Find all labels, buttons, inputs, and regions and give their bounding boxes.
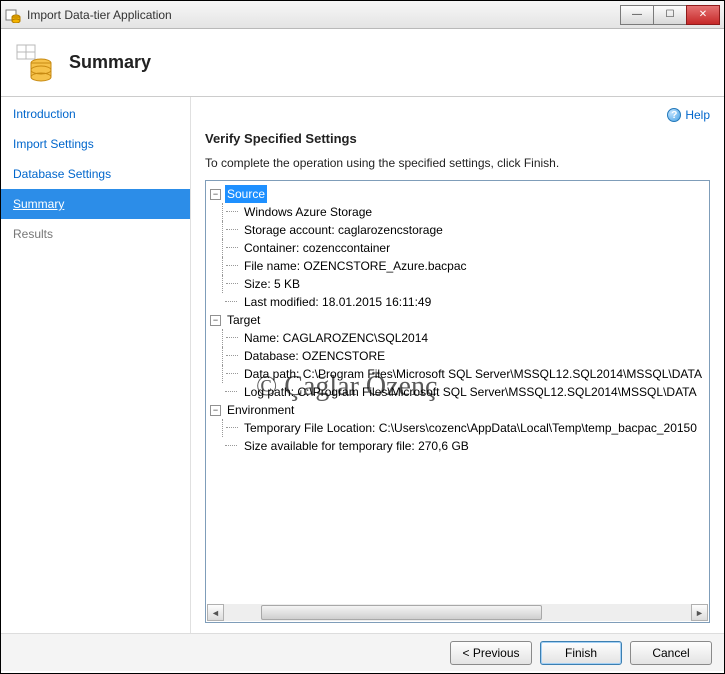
finish-button[interactable]: Finish <box>540 641 622 665</box>
tree-environment-label[interactable]: Environment <box>225 401 296 419</box>
tree-leaf[interactable]: Database: OZENCSTORE <box>240 347 385 365</box>
tree-leaf[interactable]: Storage account: caglarozencstorage <box>240 221 443 239</box>
collapse-icon[interactable]: − <box>210 405 221 416</box>
nav-summary[interactable]: Summary <box>1 189 190 219</box>
app-icon <box>5 7 21 23</box>
horizontal-scrollbar[interactable]: ◄ ► <box>207 604 708 621</box>
instruction-text: To complete the operation using the spec… <box>205 156 710 170</box>
content-panel: ? Help Verify Specified Settings To comp… <box>191 97 724 633</box>
minimize-button[interactable]: — <box>620 5 654 25</box>
window-buttons: — ☐ ✕ <box>621 5 720 25</box>
scroll-thumb[interactable] <box>224 604 691 621</box>
tree-source-label[interactable]: Source <box>225 185 267 203</box>
main: Introduction Import Settings Database Se… <box>1 97 724 633</box>
tree-leaf[interactable]: Windows Azure Storage <box>240 203 372 221</box>
tree-leaf[interactable]: Container: cozenccontainer <box>240 239 390 257</box>
page-title: Summary <box>69 52 151 73</box>
scroll-left-icon[interactable]: ◄ <box>207 604 224 621</box>
close-button[interactable]: ✕ <box>686 5 720 25</box>
scroll-right-icon[interactable]: ► <box>691 604 708 621</box>
nav-database-settings[interactable]: Database Settings <box>1 159 190 189</box>
titlebar: Import Data-tier Application — ☐ ✕ <box>1 1 724 29</box>
header-band: Summary <box>1 29 724 97</box>
wizard-icon <box>11 39 59 87</box>
tree-leaf[interactable]: Data path: C:\Program Files\Microsoft SQ… <box>240 365 702 383</box>
tree-leaf[interactable]: Temporary File Location: C:\Users\cozenc… <box>240 419 697 437</box>
section-title: Verify Specified Settings <box>205 131 710 146</box>
cancel-button[interactable]: Cancel <box>630 641 712 665</box>
collapse-icon[interactable]: − <box>210 189 221 200</box>
collapse-icon[interactable]: − <box>210 315 221 326</box>
maximize-button[interactable]: ☐ <box>653 5 687 25</box>
nav-import-settings[interactable]: Import Settings <box>1 129 190 159</box>
nav-introduction[interactable]: Introduction <box>1 99 190 129</box>
sidebar: Introduction Import Settings Database Se… <box>1 97 191 633</box>
help-row: ? Help <box>205 105 710 125</box>
tree-leaf[interactable]: Name: CAGLAROZENC\SQL2014 <box>240 329 428 347</box>
tree-leaf[interactable]: Size available for temporary file: 270,6… <box>240 437 469 455</box>
help-link[interactable]: ? Help <box>667 108 710 122</box>
tree-leaf[interactable]: File name: OZENCSTORE_Azure.bacpac <box>240 257 467 275</box>
previous-button[interactable]: < Previous <box>450 641 532 665</box>
nav-results: Results <box>1 219 190 249</box>
help-icon: ? <box>667 108 681 122</box>
tree-leaf[interactable]: Log path: C:\Program Files\Microsoft SQL… <box>240 383 697 401</box>
footer: < Previous Finish Cancel <box>1 633 724 671</box>
help-label: Help <box>685 108 710 122</box>
settings-tree[interactable]: − Source Windows Azure Storage Storage a… <box>205 180 710 623</box>
tree-leaf[interactable]: Size: 5 KB <box>240 275 300 293</box>
window-title: Import Data-tier Application <box>27 8 621 22</box>
tree-leaf[interactable]: Last modified: 18.01.2015 16:11:49 <box>240 293 431 311</box>
tree-target-label[interactable]: Target <box>225 311 262 329</box>
